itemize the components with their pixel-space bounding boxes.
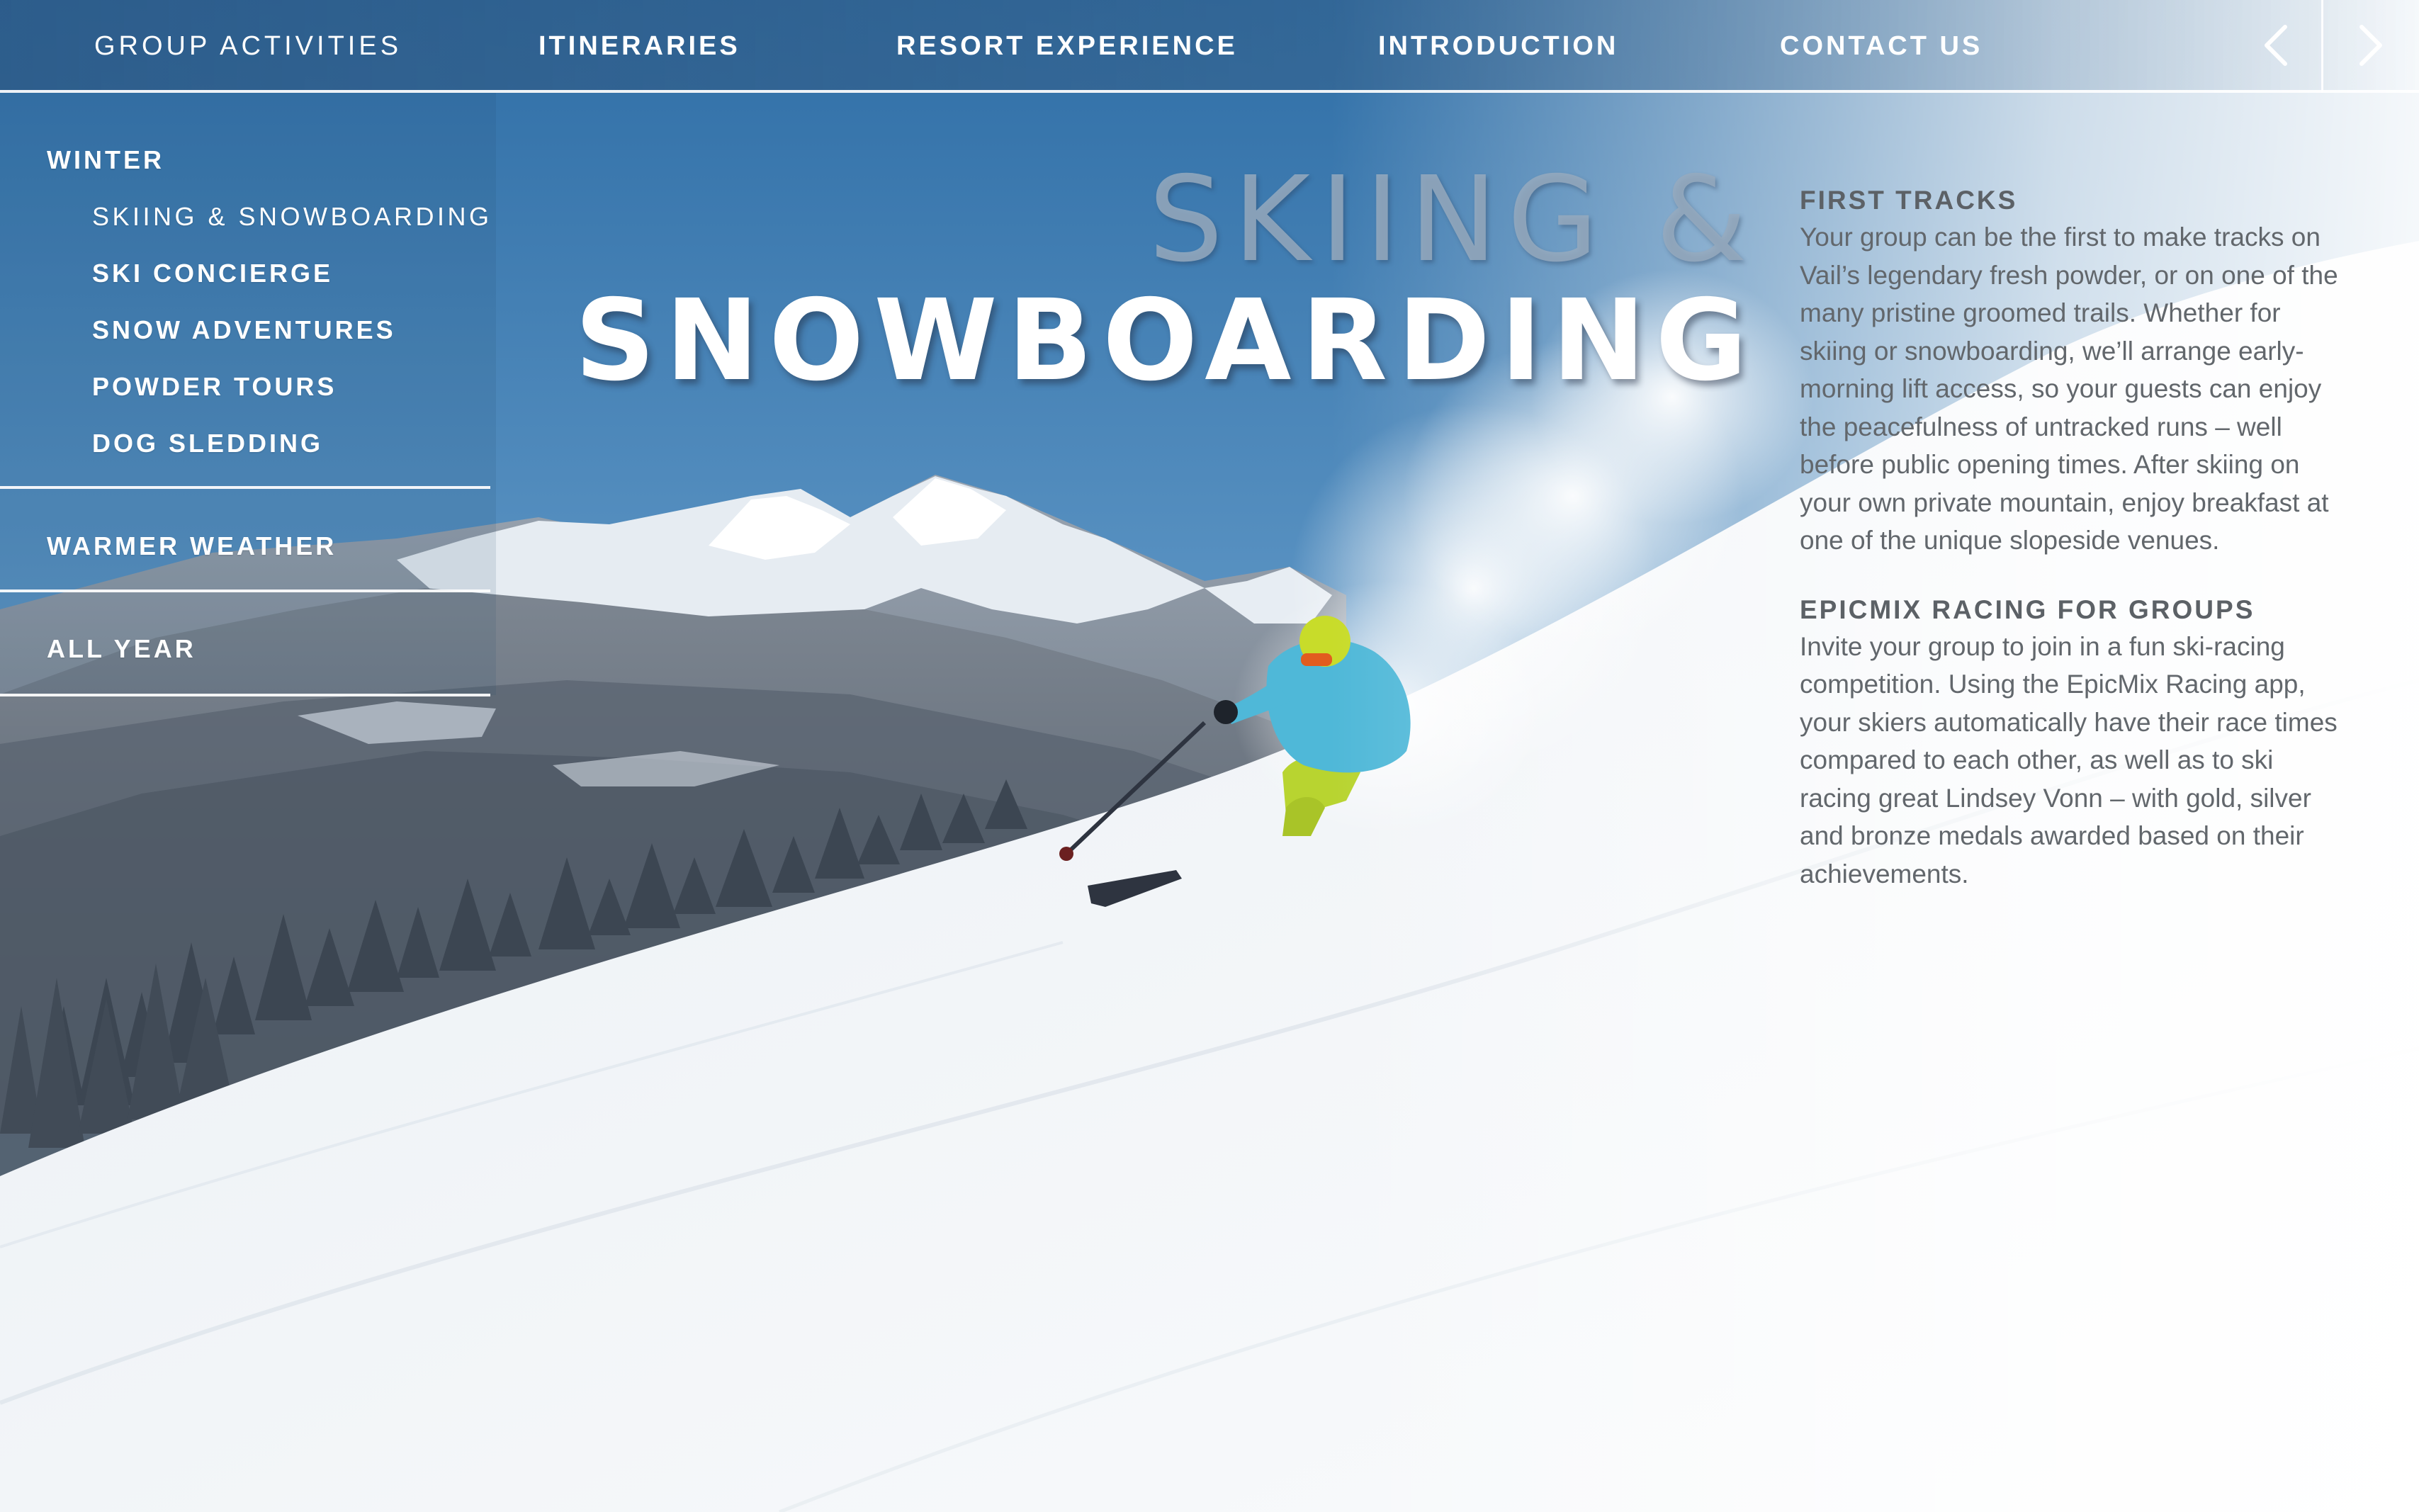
nav-group-activities[interactable]: GROUP ACTIVITIES <box>94 0 402 93</box>
arrow-divider <box>2321 0 2323 93</box>
sidebar-item-dog-sledding[interactable]: DOG SLEDDING <box>92 429 323 458</box>
content-section-epicmix-racing: EPICMIX RACING FOR GROUPS Invite your gr… <box>1800 595 2338 893</box>
section-body: Your group can be the first to make trac… <box>1800 222 2338 555</box>
content-section-first-tracks: FIRST TRACKS Your group can be the first… <box>1800 186 2338 560</box>
sidebar-section-warmer-weather[interactable]: WARMER WEATHER <box>47 531 337 561</box>
page-title-line1: SKIING & <box>1148 152 1757 288</box>
sidebar-item-skiing-snowboarding[interactable]: SKIING & SNOWBOARDING <box>92 202 492 232</box>
nav-itineraries[interactable]: ITINERARIES <box>539 0 740 93</box>
sidebar-item-snow-adventures[interactable]: SNOW ADVENTURES <box>92 315 396 345</box>
page-title-line2: SNOWBOARDING <box>575 276 1757 406</box>
next-page-button[interactable] <box>2325 0 2418 90</box>
top-navigation: GROUP ACTIVITIES ITINERARIES RESORT EXPE… <box>0 0 2419 93</box>
nav-contact-us[interactable]: CONTACT US <box>1780 0 1983 93</box>
sidebar-divider <box>0 694 490 696</box>
section-heading: EPICMIX RACING FOR GROUPS <box>1800 594 2255 624</box>
chevron-right-icon <box>2359 24 2382 66</box>
content-column: FIRST TRACKS Your group can be the first… <box>1800 186 2338 928</box>
sidebar-item-ski-concierge[interactable]: SKI CONCIERGE <box>92 259 333 288</box>
sidebar-divider <box>0 589 490 592</box>
previous-page-button[interactable] <box>2229 0 2321 90</box>
section-heading: FIRST TRACKS <box>1800 186 2018 215</box>
sidebar-section-winter[interactable]: WINTER <box>47 145 164 175</box>
sidebar-item-powder-tours[interactable]: POWDER TOURS <box>92 372 337 402</box>
sidebar-section-all-year[interactable]: ALL YEAR <box>47 634 196 664</box>
nav-resort-experience[interactable]: RESORT EXPERIENCE <box>896 0 1238 93</box>
nav-introduction[interactable]: INTRODUCTION <box>1378 0 1618 93</box>
chevron-left-icon <box>2265 24 2287 66</box>
sidebar-divider <box>0 486 490 489</box>
section-body: Invite your group to join in a fun ski-r… <box>1800 631 2338 888</box>
